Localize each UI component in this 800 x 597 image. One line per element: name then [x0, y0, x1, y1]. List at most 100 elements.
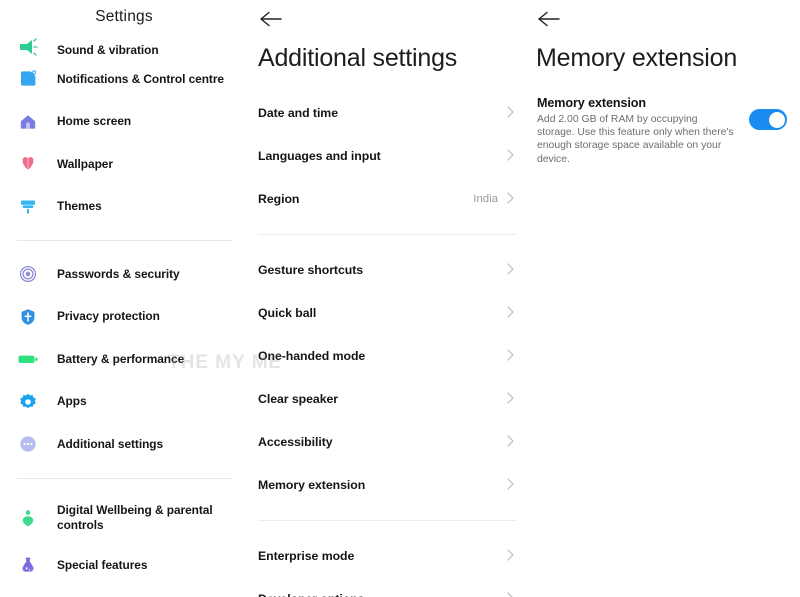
chevron-right-icon — [507, 434, 516, 449]
additional-settings-list: Date and time Languages and input Region In… — [248, 91, 526, 597]
settings-row-trailing — [507, 591, 516, 597]
settings-row-label: Developer options — [258, 592, 364, 597]
settings-row-enterprise-mode[interactable]: Enterprise mode — [258, 534, 516, 577]
settings-row-memory-extension[interactable]: Memory extension — [258, 463, 516, 506]
special-features-icon — [17, 555, 39, 577]
sidebar-item-sound-vibration[interactable]: Sound & vibration — [0, 28, 248, 58]
settings-row-quick-ball[interactable]: Quick ball — [258, 291, 516, 334]
privacy-protection-icon — [17, 306, 39, 328]
chevron-right-icon — [507, 477, 516, 492]
sidebar-item-label: Privacy protection — [57, 309, 160, 324]
settings-row-label: One-handed mode — [258, 348, 366, 363]
settings-row-trailing — [507, 434, 516, 449]
settings-row-trailing — [507, 305, 516, 320]
home-screen-icon — [17, 111, 39, 133]
settings-row-clear-speaker[interactable]: Clear speaker — [258, 377, 516, 420]
additional-settings-icon — [17, 433, 39, 455]
chevron-right-icon — [507, 591, 516, 597]
settings-row-value: India — [473, 192, 498, 205]
sidebar-item-special-features[interactable]: Special features — [0, 545, 248, 588]
sidebar-item-digital-wellbeing-parental-controls[interactable]: Digital Wellbeing & parental controls — [0, 491, 248, 545]
settings-row-region[interactable]: Region India — [258, 177, 516, 220]
digital-wellbeing-icon — [17, 507, 39, 529]
sidebar-item-label: Wallpaper — [57, 156, 113, 171]
wallpaper-icon — [17, 153, 39, 175]
settings-row-trailing — [507, 105, 516, 120]
memory-extension-text: Memory extension Add 2.00 GB of RAM by o… — [537, 96, 749, 166]
settings-row-label: Region — [258, 191, 300, 206]
settings-row-label: Enterprise mode — [258, 548, 355, 563]
themes-icon — [17, 196, 39, 218]
sidebar-item-label: Sound & vibration — [57, 43, 159, 57]
sidebar-item-home-screen[interactable]: Home screen — [0, 101, 248, 144]
settings-row-label: Memory extension — [258, 477, 366, 492]
sidebar-item-label: Apps — [57, 394, 87, 409]
settings-row-label: Languages and input — [258, 148, 381, 163]
settings-sidebar-panel: Settings Sound & vibration Notifications … — [0, 0, 248, 597]
memory-extension-toggle[interactable] — [749, 109, 787, 130]
settings-row-trailing — [507, 148, 516, 163]
settings-row-languages-and-input[interactable]: Languages and input — [258, 134, 516, 177]
sidebar-divider — [17, 240, 233, 241]
sidebar-item-label: Digital Wellbeing & parental controls — [57, 502, 213, 532]
sidebar-item-notifications-control-centre[interactable]: Notifications & Control centre — [0, 58, 248, 101]
chevron-right-icon — [507, 348, 516, 363]
apps-icon — [17, 391, 39, 413]
chevron-right-icon — [507, 191, 516, 206]
arrow-left-icon — [538, 11, 560, 27]
memory-extension-title: Memory extension — [536, 44, 738, 72]
memory-extension-setting-row: Memory extension Add 2.00 GB of RAM by o… — [526, 96, 800, 166]
memory-extension-description: Add 2.00 GB of RAM by occupying storage.… — [537, 114, 734, 165]
chevron-right-icon — [507, 262, 516, 277]
settings-group-divider — [258, 520, 516, 521]
additional-settings-title: Additional settings — [258, 44, 458, 72]
settings-row-accessibility[interactable]: Accessibility — [258, 420, 516, 463]
sidebar-item-wallpaper[interactable]: Wallpaper — [0, 143, 248, 186]
sidebar-item-label: Passwords & security — [57, 266, 180, 281]
passwords-security-icon — [17, 263, 39, 285]
sidebar-item-label: Special features — [57, 558, 148, 573]
toggle-knob — [768, 111, 785, 128]
settings-row-date-and-time[interactable]: Date and time — [258, 91, 516, 134]
memory-extension-item-title: Memory extension — [537, 96, 646, 110]
settings-row-label: Accessibility — [258, 434, 333, 449]
settings-row-label: Clear speaker — [258, 391, 339, 406]
settings-row-one-handed-mode[interactable]: One-handed mode — [258, 334, 516, 377]
settings-row-developer-options[interactable]: Developer options — [258, 577, 516, 597]
sidebar-item-label: Additional settings — [57, 436, 164, 451]
settings-row-trailing — [507, 391, 516, 406]
sidebar-list: Sound & vibration Notifications & Control… — [0, 28, 248, 587]
memory-extension-panel: Memory extension Memory extension Add 2.… — [526, 0, 800, 597]
settings-row-trailing — [507, 348, 516, 363]
back-button-additional-settings[interactable] — [256, 6, 286, 32]
sidebar-item-additional-settings[interactable]: Additional settings — [0, 423, 248, 466]
back-button-memory-extension[interactable] — [534, 6, 564, 32]
chevron-right-icon — [507, 548, 516, 563]
settings-row-label: Gesture shortcuts — [258, 262, 364, 277]
settings-row-trailing — [507, 262, 516, 277]
settings-row-trailing: India — [473, 191, 516, 206]
settings-row-label: Quick ball — [258, 305, 317, 320]
sidebar-item-privacy-protection[interactable]: Privacy protection — [0, 296, 248, 339]
sidebar-item-themes[interactable]: Themes — [0, 186, 248, 229]
chevron-right-icon — [507, 391, 516, 406]
sidebar-item-label: Home screen — [57, 114, 132, 129]
sidebar-item-apps[interactable]: Apps — [0, 381, 248, 424]
sidebar-item-label: Themes — [57, 199, 102, 214]
settings-group-divider — [258, 234, 516, 235]
sidebar-divider — [17, 477, 233, 479]
settings-row-trailing — [507, 477, 516, 492]
settings-row-gesture-shortcuts[interactable]: Gesture shortcuts — [258, 248, 516, 291]
notifications-icon — [17, 68, 39, 90]
sound-vibration-icon — [17, 36, 39, 58]
sidebar-item-label: Notifications & Control centre — [57, 71, 224, 86]
settings-row-trailing — [507, 548, 516, 563]
sidebar-item-passwords-security[interactable]: Passwords & security — [0, 253, 248, 296]
sidebar-item-battery-performance[interactable]: Battery & performance — [0, 338, 248, 381]
page-title: Settings — [95, 8, 153, 25]
additional-settings-panel: Additional settings Date and time Languag… — [248, 0, 526, 597]
chevron-right-icon — [507, 148, 516, 163]
chevron-right-icon — [507, 105, 516, 120]
sidebar-item-label: Battery & performance — [57, 351, 185, 366]
chevron-right-icon — [507, 305, 516, 320]
